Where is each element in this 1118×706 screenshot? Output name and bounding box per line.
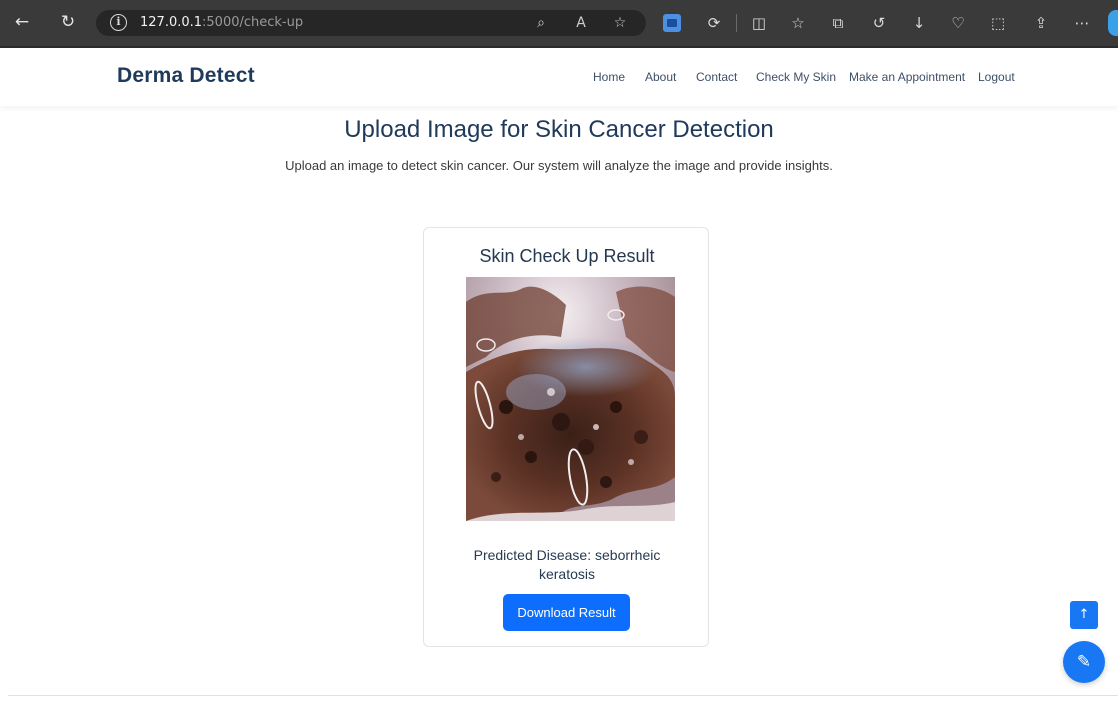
back-to-top-button[interactable]: ↑ [1070,601,1098,629]
page-subtitle: Upload an image to detect skin cancer. O… [285,158,833,173]
result-title: Skin Check Up Result [479,246,655,266]
skin-lesion-image [466,277,675,521]
favorites-icon[interactable]: ☆ [787,12,809,34]
nav-contact[interactable]: Contact [696,70,737,84]
prediction-line-1: Predicted Disease: seborrheic [473,547,661,563]
nav-make-appointment[interactable]: Make an Appointment [849,70,965,84]
download-result-button[interactable]: Download Result [503,594,630,631]
predicted-disease: Predicted Disease: seborrheic keratosis [444,546,690,584]
nav-check-my-skin[interactable]: Check My Skin [756,70,836,84]
health-icon[interactable]: ♡ [947,12,969,34]
site-navbar: Derma Detect Home About Contact Check My… [0,48,1118,106]
address-bar[interactable]: i 127.0.0.1:5000/check-up ⌕ A ☆ [96,10,646,36]
back-arrow-icon[interactable]: ← [10,10,34,34]
extensions-puzzle-icon[interactable]: ⟳ [703,12,725,34]
split-screen-icon[interactable]: ◫ [748,12,770,34]
chat-button[interactable]: ✎ [1063,641,1105,683]
url-host: 127.0.0.1 [140,15,203,30]
favorite-star-icon[interactable]: ☆ [610,13,630,33]
more-options-icon[interactable]: ⋯ [1071,12,1093,34]
copilot-icon[interactable] [1108,10,1118,36]
read-aloud-icon[interactable]: A [571,13,591,33]
result-card: Skin Check Up Result Predicted Disease: … [423,227,709,647]
toolbar-separator [736,14,737,32]
browser-toolbar: ← ↻ i 127.0.0.1:5000/check-up ⌕ A ☆ ⟳ ◫ … [0,0,1118,48]
arrow-up-icon: ↑ [1078,607,1090,622]
nav-about[interactable]: About [645,70,676,84]
downloads-icon[interactable]: ↓ [908,12,930,34]
nav-home[interactable]: Home [593,70,625,84]
history-icon[interactable]: ↺ [868,12,890,34]
collections-icon[interactable]: ⧉ [827,12,849,34]
refresh-icon[interactable]: ↻ [56,10,80,34]
info-icon[interactable]: i [110,14,127,31]
footer-divider [8,695,1118,696]
nav-logout[interactable]: Logout [978,70,1015,84]
extension-icon[interactable] [663,14,681,32]
screenshot-icon[interactable]: ⬚ [987,12,1009,34]
prediction-line-2: keratosis [538,566,596,582]
chat-icon: ✎ [1076,652,1092,672]
address-url[interactable]: 127.0.0.1:5000/check-up [140,15,303,30]
brand-logo[interactable]: Derma Detect [117,64,255,88]
share-icon[interactable]: ⇪ [1030,12,1052,34]
url-path: :5000/check-up [202,15,304,30]
zoom-icon[interactable]: ⌕ [531,13,551,33]
page-title: Upload Image for Skin Cancer Detection [344,116,774,143]
